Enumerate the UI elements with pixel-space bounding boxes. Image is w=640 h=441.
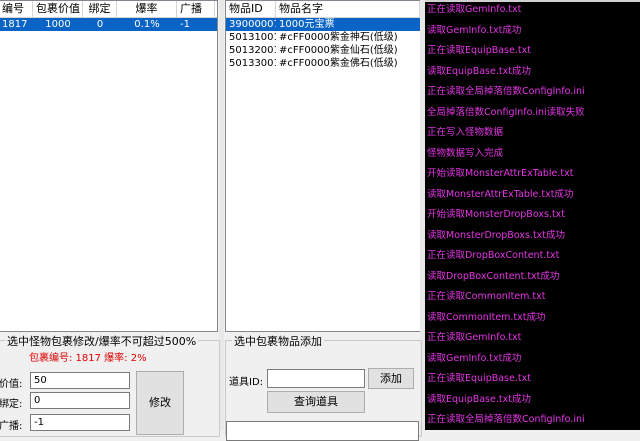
bind-label: 绑定: bbox=[0, 399, 23, 410]
value-field[interactable]: 50 bbox=[30, 372, 130, 389]
log-line: 读取DropBoxContent.txt成功 bbox=[427, 270, 560, 282]
log-line: 正在读取EquipBase.txt bbox=[427, 373, 531, 384]
log-line: 读取GemInfo.txt成功 bbox=[427, 24, 522, 36]
log-line: 读取EquipBase.txt成功 bbox=[427, 393, 531, 405]
log-line: 正在读取GemInfo.txt bbox=[427, 4, 522, 15]
add-item-group: 选中包裹物品添加 道具ID: 添加 查询道具 bbox=[225, 333, 422, 441]
log-console[interactable]: 正在读取GemInfo.txt 读取GemInfo.txt成功 正在读取EquipB… bbox=[425, 0, 640, 430]
log-line: 开始读取MonsterDropBoxs.txt bbox=[427, 209, 566, 220]
log-line: 正在读取CommonItem.txt bbox=[427, 291, 546, 302]
edit-package-group: 选中怪物包裹修改/爆率不可超过500% 包裹编号: 1817 爆率: 2% 价值… bbox=[0, 333, 220, 437]
log-line: 正在写入怪物数据 bbox=[427, 127, 504, 138]
item-id-input[interactable] bbox=[267, 369, 365, 388]
item-list-header: 物品ID 物品名字 bbox=[226, 1, 421, 18]
log-line: 正在读取EquipBase.txt bbox=[427, 45, 531, 56]
cell-id: 1817 bbox=[2, 19, 28, 30]
table-row[interactable]: 39000007 1000元宝票 bbox=[226, 18, 421, 31]
cell-bind: 0 bbox=[96, 19, 104, 30]
log-line: 正在读取GemInfo.txt bbox=[427, 332, 522, 343]
package-list[interactable]: 编号 包裹价值 绑定 爆率 广播 1817 1000 0 0.1% -1 bbox=[0, 0, 218, 332]
table-row[interactable]: 50132001 #cFF0000紫金仙石(低级) bbox=[226, 44, 421, 57]
bind-field[interactable]: 0 bbox=[30, 392, 130, 409]
col-header-item-name[interactable]: 物品名字 bbox=[276, 1, 420, 17]
cell-item-name: #cFF0000紫金佛石(低级) bbox=[279, 58, 398, 69]
package-list-header: 编号 包裹价值 绑定 爆率 广播 bbox=[0, 1, 217, 18]
log-line: 全局掉落倍数ConfigInfo.ini读取失败 bbox=[427, 106, 585, 118]
log-line: 怪物数据写入完成 bbox=[427, 147, 504, 159]
log-line: 读取GemInfo.txt成功 bbox=[427, 352, 522, 364]
table-row[interactable]: 50133001 #cFF0000紫金佛石(低级) bbox=[226, 57, 421, 70]
col-header-item-id[interactable]: 物品ID bbox=[226, 1, 276, 17]
cell-item-id: 50131001 bbox=[229, 32, 276, 43]
item-id-label: 道具ID: bbox=[229, 377, 264, 388]
log-line: 读取EquipBase.txt成功 bbox=[427, 65, 531, 77]
col-header-broadcast[interactable]: 广播 bbox=[177, 1, 215, 17]
log-line: 正在读取DropBoxContent.txt bbox=[427, 250, 560, 261]
log-line: 正在读取全局掉落倍数ConfigInfo.ini bbox=[427, 86, 585, 97]
log-line: 开始读取MonsterAttrExTable.txt bbox=[427, 168, 574, 179]
cell-rate: 0.1% bbox=[134, 19, 160, 30]
table-row[interactable]: 50131001 #cFF0000紫金神石(低级) bbox=[226, 31, 421, 44]
log-line: 读取MonsterDropBoxs.txt成功 bbox=[427, 229, 566, 241]
col-header-bind[interactable]: 绑定 bbox=[83, 1, 117, 17]
cell-value: 1000 bbox=[45, 19, 71, 30]
log-line: 读取MonsterAttrExTable.txt成功 bbox=[427, 188, 574, 200]
cell-item-id: 50132001 bbox=[229, 45, 276, 56]
cell-item-id: 39000007 bbox=[229, 19, 276, 30]
broadcast-field[interactable]: -1 bbox=[30, 414, 130, 431]
table-row[interactable]: 1817 1000 0 0.1% -1 bbox=[0, 18, 217, 31]
cell-item-name: #cFF0000紫金仙石(低级) bbox=[279, 45, 398, 56]
value-label: 价值: bbox=[0, 379, 23, 390]
cell-item-name: 1000元宝票 bbox=[279, 19, 335, 30]
log-line: 读取CommonItem.txt成功 bbox=[427, 311, 546, 323]
log-line: 正在读取全局掉落倍数ConfigInfo.ini bbox=[427, 414, 585, 425]
query-result-field[interactable] bbox=[226, 421, 419, 441]
col-header-value[interactable]: 包裹价值 bbox=[33, 1, 83, 17]
col-header-id[interactable]: 编号 bbox=[0, 1, 33, 17]
cell-item-name: #cFF0000紫金神石(低级) bbox=[279, 32, 398, 43]
add-item-title: 选中包裹物品添加 bbox=[232, 333, 324, 349]
query-item-button[interactable]: 查询道具 bbox=[267, 391, 365, 413]
modify-button[interactable]: 修改 bbox=[136, 371, 184, 435]
item-list[interactable]: 物品ID 物品名字 39000007 1000元宝票 50131001 #cFF… bbox=[225, 0, 422, 332]
package-info-text: 包裹编号: 1817 爆率: 2% bbox=[29, 353, 147, 364]
add-button[interactable]: 添加 bbox=[368, 368, 414, 389]
cell-broadcast: -1 bbox=[180, 19, 190, 30]
log-header-strip bbox=[425, 0, 640, 2]
cell-item-id: 50133001 bbox=[229, 58, 276, 69]
edit-package-title: 选中怪物包裹修改/爆率不可超过500% bbox=[5, 333, 199, 349]
col-header-rate[interactable]: 爆率 bbox=[117, 1, 177, 17]
